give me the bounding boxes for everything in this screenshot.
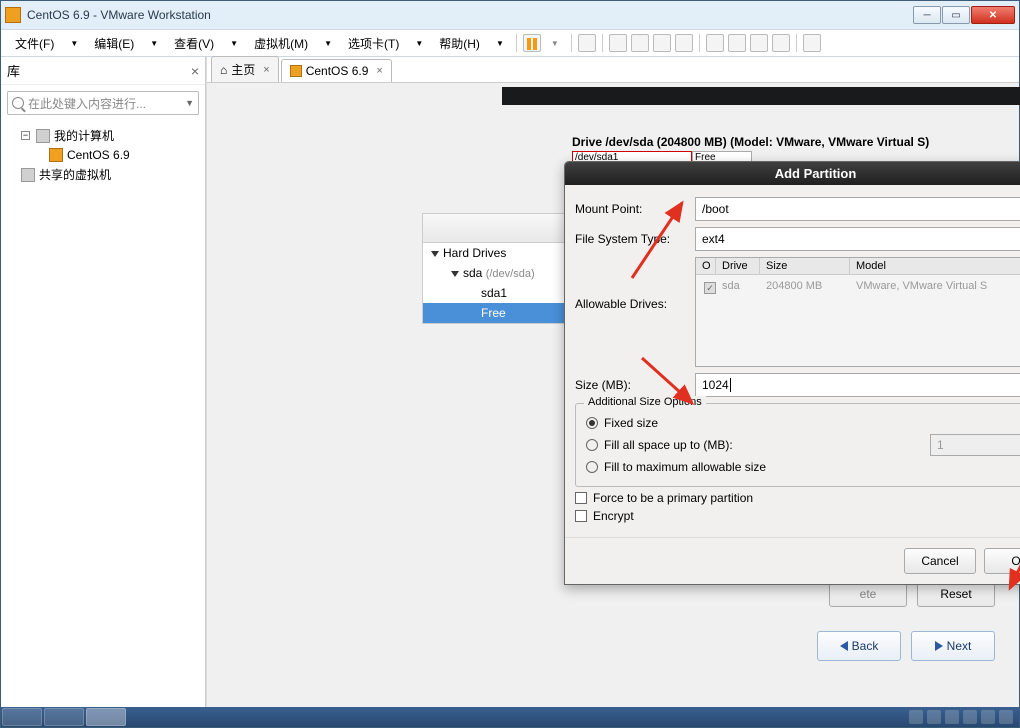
radio-fill-max[interactable]: Fill to maximum allowable size [586, 460, 1020, 474]
radio-icon [586, 461, 598, 473]
back-button[interactable]: Back [817, 631, 901, 661]
radio-fill-up-to[interactable]: Fill all space up to (MB): 1▴▾ [586, 434, 1020, 456]
toolbar-icon[interactable] [803, 34, 821, 52]
radio-icon [586, 439, 598, 451]
add-partition-dialog: Add Partition Mount Point: /boot▾ File S… [564, 161, 1020, 585]
additional-size-options: Additional Size Options Fixed size Fill … [575, 403, 1020, 487]
dialog-title: Add Partition [565, 162, 1020, 185]
vm-display: Drive /dev/sda (204800 MB) (Model: VMwar… [207, 83, 1019, 727]
drive-label: Drive /dev/sda (204800 MB) (Model: VMwar… [572, 135, 929, 149]
drive-row-sda[interactable]: ✓ sda 204800 MB VMware, VMware Virtual S [696, 275, 1020, 301]
col-size: Size [760, 258, 850, 274]
radio-fixed-size[interactable]: Fixed size [586, 416, 1020, 430]
menu-vm[interactable]: 虚拟机(M) [246, 31, 316, 56]
checkbox-icon[interactable]: ✓ [704, 282, 716, 294]
maximize-button[interactable]: ▭ [942, 6, 970, 24]
taskbar-item[interactable] [44, 708, 84, 726]
cancel-button[interactable]: Cancel [904, 548, 976, 574]
toolbar-icon[interactable] [706, 34, 724, 52]
tree-centos[interactable]: CentOS 6.9 [1, 146, 205, 164]
close-tab-icon[interactable]: × [263, 64, 269, 76]
toolbar-icon[interactable] [578, 34, 596, 52]
menu-tabs[interactable]: 选项卡(T) [340, 31, 407, 56]
arrow-right-icon [935, 641, 943, 651]
chevron-down-icon[interactable]: ▼ [185, 98, 194, 108]
next-button[interactable]: Next [911, 631, 995, 661]
search-icon [12, 97, 24, 109]
toolbar-icon[interactable] [631, 34, 649, 52]
col-drive: Drive [716, 258, 760, 274]
tree-my-computer[interactable]: −我的计算机 [1, 125, 205, 146]
tabs: ⌂ 主页× CentOS 6.9× [207, 57, 1019, 83]
library-tree: −我的计算机 CentOS 6.9 共享的虚拟机 [1, 121, 205, 189]
library-header: 库 [7, 61, 20, 80]
titlebar[interactable]: CentOS 6.9 - VMware Workstation ─ ▭ ✕ [1, 1, 1019, 29]
windows-taskbar[interactable] [1, 707, 1019, 727]
size-input[interactable]: 1024▴▾ [695, 373, 1020, 397]
fs-type-select[interactable]: ext4▴▾ [695, 227, 1020, 251]
close-library-icon[interactable]: × [191, 63, 199, 79]
checkbox-icon [575, 510, 587, 522]
ok-button[interactable]: OK [984, 548, 1020, 574]
toolbar-icon[interactable] [728, 34, 746, 52]
search-input[interactable]: 在此处键入内容进行... ▼ [7, 91, 199, 115]
tab-home[interactable]: ⌂ 主页× [211, 56, 279, 82]
menu-file[interactable]: 文件(F) [7, 31, 62, 56]
size-label: Size (MB): [575, 378, 695, 392]
checkbox-encrypt[interactable]: Encrypt [575, 509, 1020, 523]
vmware-icon [5, 7, 21, 23]
minimize-button[interactable]: ─ [913, 6, 941, 24]
fill-up-to-input: 1▴▾ [930, 434, 1020, 456]
window-title: CentOS 6.9 - VMware Workstation [27, 8, 912, 22]
vmware-window: CentOS 6.9 - VMware Workstation ─ ▭ ✕ 文件… [0, 0, 1020, 728]
checkbox-primary[interactable]: Force to be a primary partition [575, 491, 1020, 505]
toolbar-icon[interactable] [653, 34, 671, 52]
toolbar-icon[interactable] [750, 34, 768, 52]
mount-point-input[interactable]: /boot▾ [695, 197, 1020, 221]
taskbar-item[interactable] [86, 708, 126, 726]
library-sidebar: 库 × 在此处键入内容进行... ▼ −我的计算机 CentOS 6.9 共享的… [1, 57, 206, 727]
close-button[interactable]: ✕ [971, 6, 1015, 24]
menu-view[interactable]: 查看(V) [166, 31, 222, 56]
toolbar-icon[interactable] [675, 34, 693, 52]
system-tray[interactable] [909, 710, 1019, 724]
fs-type-label: File System Type: [575, 232, 695, 246]
allowable-drives-label: Allowable Drives: [575, 257, 695, 311]
col-check: O [696, 258, 716, 274]
main-area: ⌂ 主页× CentOS 6.9× Drive /dev/sda (204800… [206, 57, 1019, 727]
tree-shared[interactable]: 共享的虚拟机 [1, 164, 205, 185]
taskbar-item[interactable] [2, 708, 42, 726]
search-placeholder: 在此处键入内容进行... [28, 95, 146, 112]
close-tab-icon[interactable]: × [376, 65, 382, 77]
menu-help[interactable]: 帮助(H) [431, 31, 488, 56]
toolbar-icon[interactable] [609, 34, 627, 52]
checkbox-icon [575, 492, 587, 504]
menubar: 文件(F)▼ 编辑(E)▼ 查看(V)▼ 虚拟机(M)▼ 选项卡(T)▼ 帮助(… [1, 29, 1019, 57]
pause-button[interactable] [523, 34, 541, 52]
fieldset-legend: Additional Size Options [584, 396, 706, 408]
tab-centos[interactable]: CentOS 6.9× [281, 59, 392, 82]
allowable-drives-list[interactable]: O Drive Size Model ✓ sda 204800 MB VMwar [695, 257, 1020, 367]
toolbar-icon[interactable] [772, 34, 790, 52]
radio-icon [586, 417, 598, 429]
vm-top-bar [502, 87, 1020, 105]
mount-point-label: Mount Point: [575, 202, 695, 216]
col-model: Model [850, 258, 1020, 274]
menu-edit[interactable]: 编辑(E) [86, 31, 142, 56]
arrow-left-icon [840, 641, 848, 651]
